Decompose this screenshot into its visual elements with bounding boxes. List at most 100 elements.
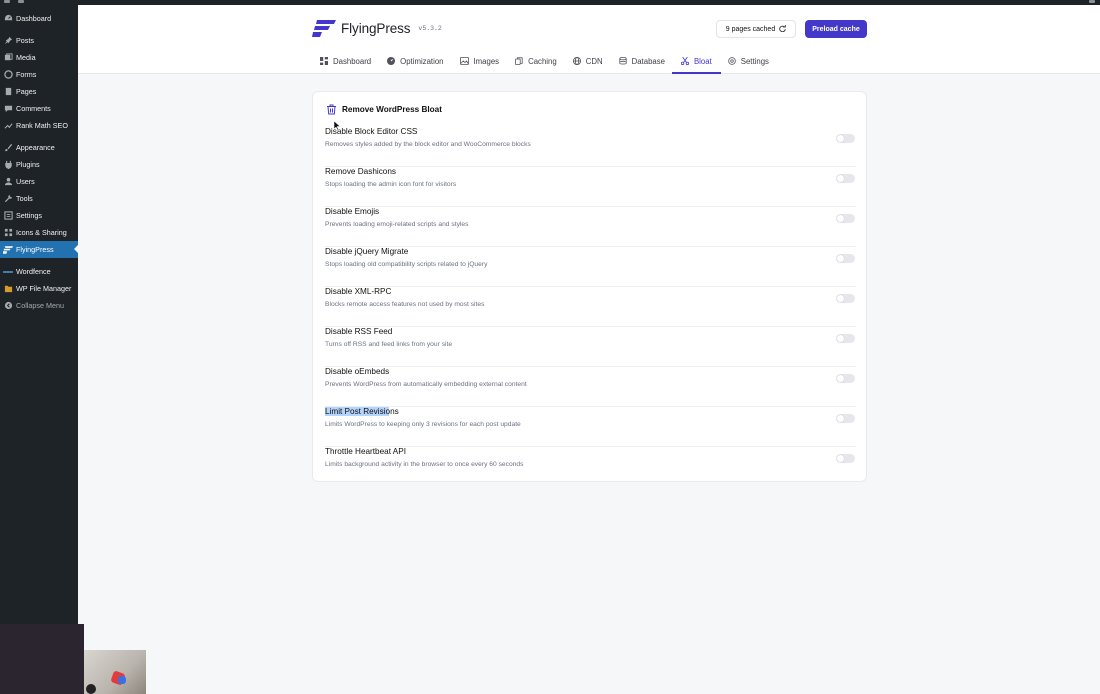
flyingpress-icon bbox=[0, 245, 16, 254]
toggle-switch[interactable] bbox=[836, 334, 855, 343]
toggle-knob bbox=[837, 415, 844, 422]
sidebar-item-label: Forms bbox=[16, 70, 37, 79]
gauge-icon bbox=[387, 57, 396, 67]
tab-label: Bloat bbox=[693, 57, 712, 66]
sidebar-item-media[interactable]: Media bbox=[0, 49, 78, 66]
dashboard-icon bbox=[0, 14, 16, 23]
tab-optimization[interactable]: Optimization bbox=[387, 57, 444, 74]
database-icon bbox=[618, 57, 627, 67]
setting-title: Disable Emojis bbox=[325, 207, 380, 216]
sidebar-item-flyingpress[interactable]: FlyingPress bbox=[0, 241, 78, 258]
setting-row-heartbeat: Throttle Heartbeat API Limits background… bbox=[325, 447, 856, 487]
toggle-switch[interactable] bbox=[836, 254, 855, 263]
brand-logo: FlyingPress v5.3.2 bbox=[312, 20, 442, 37]
toggle-switch[interactable] bbox=[836, 174, 855, 183]
sidebar-item-comments[interactable]: Comments bbox=[0, 100, 78, 117]
toggle-switch[interactable] bbox=[836, 294, 855, 303]
users-icon bbox=[0, 177, 16, 186]
grid-icon bbox=[320, 57, 328, 67]
sidebar-item-forms[interactable]: Forms bbox=[0, 66, 78, 83]
sidebar-item-label: Comments bbox=[16, 104, 51, 113]
forms-icon bbox=[0, 70, 16, 79]
setting-title: Disable jQuery Migrate bbox=[325, 247, 409, 256]
wordfence-icon bbox=[0, 269, 16, 275]
setting-description: Limits WordPress to keeping only 3 revis… bbox=[325, 421, 521, 428]
tab-settings[interactable]: Settings bbox=[728, 57, 769, 74]
tab-images[interactable]: Images bbox=[459, 57, 499, 74]
sidebar-item-users[interactable]: Users bbox=[0, 173, 78, 190]
sidebar-item-dashboard[interactable]: Dashboard bbox=[0, 10, 78, 27]
sidebar-item-label: Appearance bbox=[16, 143, 55, 152]
sidebar-item-appearance[interactable]: Appearance bbox=[0, 139, 78, 156]
setting-description: Prevents loading emoji-related scripts a… bbox=[325, 221, 469, 228]
tab-label: CDN bbox=[585, 57, 603, 66]
plugin-icon bbox=[0, 160, 16, 169]
wp-logo-icon[interactable] bbox=[4, 0, 10, 3]
sidebar-item-tools[interactable]: Tools bbox=[0, 190, 78, 207]
sidebar-item-pages[interactable]: Pages bbox=[0, 83, 78, 100]
pages-cached-button[interactable]: 9 pages cached bbox=[716, 20, 796, 38]
flyingpress-logo-icon bbox=[312, 20, 336, 37]
toggle-switch[interactable] bbox=[836, 454, 855, 463]
tab-label: Caching bbox=[528, 57, 557, 66]
preload-cache-button[interactable]: Preload cache bbox=[805, 20, 867, 38]
setting-row-jquery-migrate: Disable jQuery Migrate Stops loading old… bbox=[325, 247, 856, 287]
sidebar-item-icons-sharing[interactable]: Icons & Sharing bbox=[0, 224, 78, 241]
sidebar-item-label: Dashboard bbox=[16, 14, 52, 23]
pin-icon bbox=[0, 36, 16, 45]
sidebar-item-label: Settings bbox=[16, 211, 42, 220]
home-icon[interactable] bbox=[18, 0, 24, 3]
setting-description: Limits background activity in the browse… bbox=[325, 461, 524, 468]
card-header: Remove WordPress Bloat bbox=[326, 104, 442, 115]
main-tabs: Dashboard Optimization Images Caching CD… bbox=[320, 56, 785, 74]
sidebar-item-posts[interactable]: Posts bbox=[0, 32, 78, 49]
setting-description: Stops loading the admin icon font for vi… bbox=[325, 181, 457, 188]
setting-title: Throttle Heartbeat API bbox=[325, 447, 407, 456]
globe-icon bbox=[572, 57, 581, 67]
sidebar-item-label: Plugins bbox=[16, 160, 40, 169]
tab-caching[interactable]: Caching bbox=[515, 57, 557, 74]
toggle-switch[interactable] bbox=[836, 414, 855, 423]
toggle-knob bbox=[837, 295, 844, 302]
setting-row-post-revisions: Limit Post Revisions Limits WordPress to… bbox=[325, 407, 856, 447]
pages-cached-label: 9 pages cached bbox=[725, 25, 776, 33]
tab-cdn[interactable]: CDN bbox=[572, 57, 603, 74]
sidebar-item-label: Users bbox=[16, 177, 35, 186]
setting-title: Remove Dashicons bbox=[325, 167, 396, 176]
setting-row-oembeds: Disable oEmbeds Prevents WordPress from … bbox=[325, 367, 856, 407]
setting-title: Limit Post Revisions bbox=[325, 407, 399, 416]
tab-bloat[interactable]: Bloat bbox=[672, 56, 721, 74]
rankmath-icon bbox=[0, 121, 16, 130]
tab-label: Settings bbox=[740, 57, 769, 66]
toggle-switch[interactable] bbox=[836, 374, 855, 383]
gear-icon bbox=[728, 57, 736, 67]
tab-label: Optimization bbox=[400, 57, 444, 66]
thumbnail-shape bbox=[118, 676, 126, 684]
sidebar-item-settings[interactable]: Settings bbox=[0, 207, 78, 224]
account-icon[interactable] bbox=[1089, 0, 1095, 3]
sidebar-item-label: Pages bbox=[16, 87, 37, 96]
video-overlay bbox=[0, 624, 84, 694]
sidebar-item-wordfence[interactable]: Wordfence bbox=[0, 263, 78, 280]
folder-icon bbox=[0, 284, 16, 293]
sidebar-item-label: Collapse Menu bbox=[16, 301, 64, 310]
sidebar-item-plugins[interactable]: Plugins bbox=[0, 156, 78, 173]
tab-database[interactable]: Database bbox=[618, 57, 665, 74]
toggle-knob bbox=[837, 335, 844, 342]
plugin-header: FlyingPress v5.3.2 9 pages cached Preloa… bbox=[78, 5, 1100, 74]
tab-dashboard[interactable]: Dashboard bbox=[320, 57, 371, 74]
setting-row-rss-feed: Disable RSS Feed Turns off RSS and feed … bbox=[325, 327, 856, 367]
sidebar-item-label: WP File Manager bbox=[16, 284, 72, 293]
sidebar-item-label: Tools bbox=[16, 194, 33, 203]
setting-row-block-editor-css: Disable Block Editor CSS Removes styles … bbox=[325, 127, 856, 167]
copy-icon bbox=[515, 57, 523, 67]
collapse-menu-button[interactable]: Collapse Menu bbox=[0, 297, 78, 314]
sidebar-item-rank-math[interactable]: Rank Math SEO bbox=[0, 117, 78, 134]
sidebar-item-label: FlyingPress bbox=[16, 245, 54, 254]
toggle-switch[interactable] bbox=[836, 134, 855, 143]
toggle-switch[interactable] bbox=[836, 214, 855, 223]
sidebar-item-label: Posts bbox=[16, 36, 34, 45]
sidebar-item-file-manager[interactable]: WP File Manager bbox=[0, 280, 78, 297]
settings-icon bbox=[0, 211, 16, 220]
brand-name: FlyingPress bbox=[341, 21, 411, 36]
